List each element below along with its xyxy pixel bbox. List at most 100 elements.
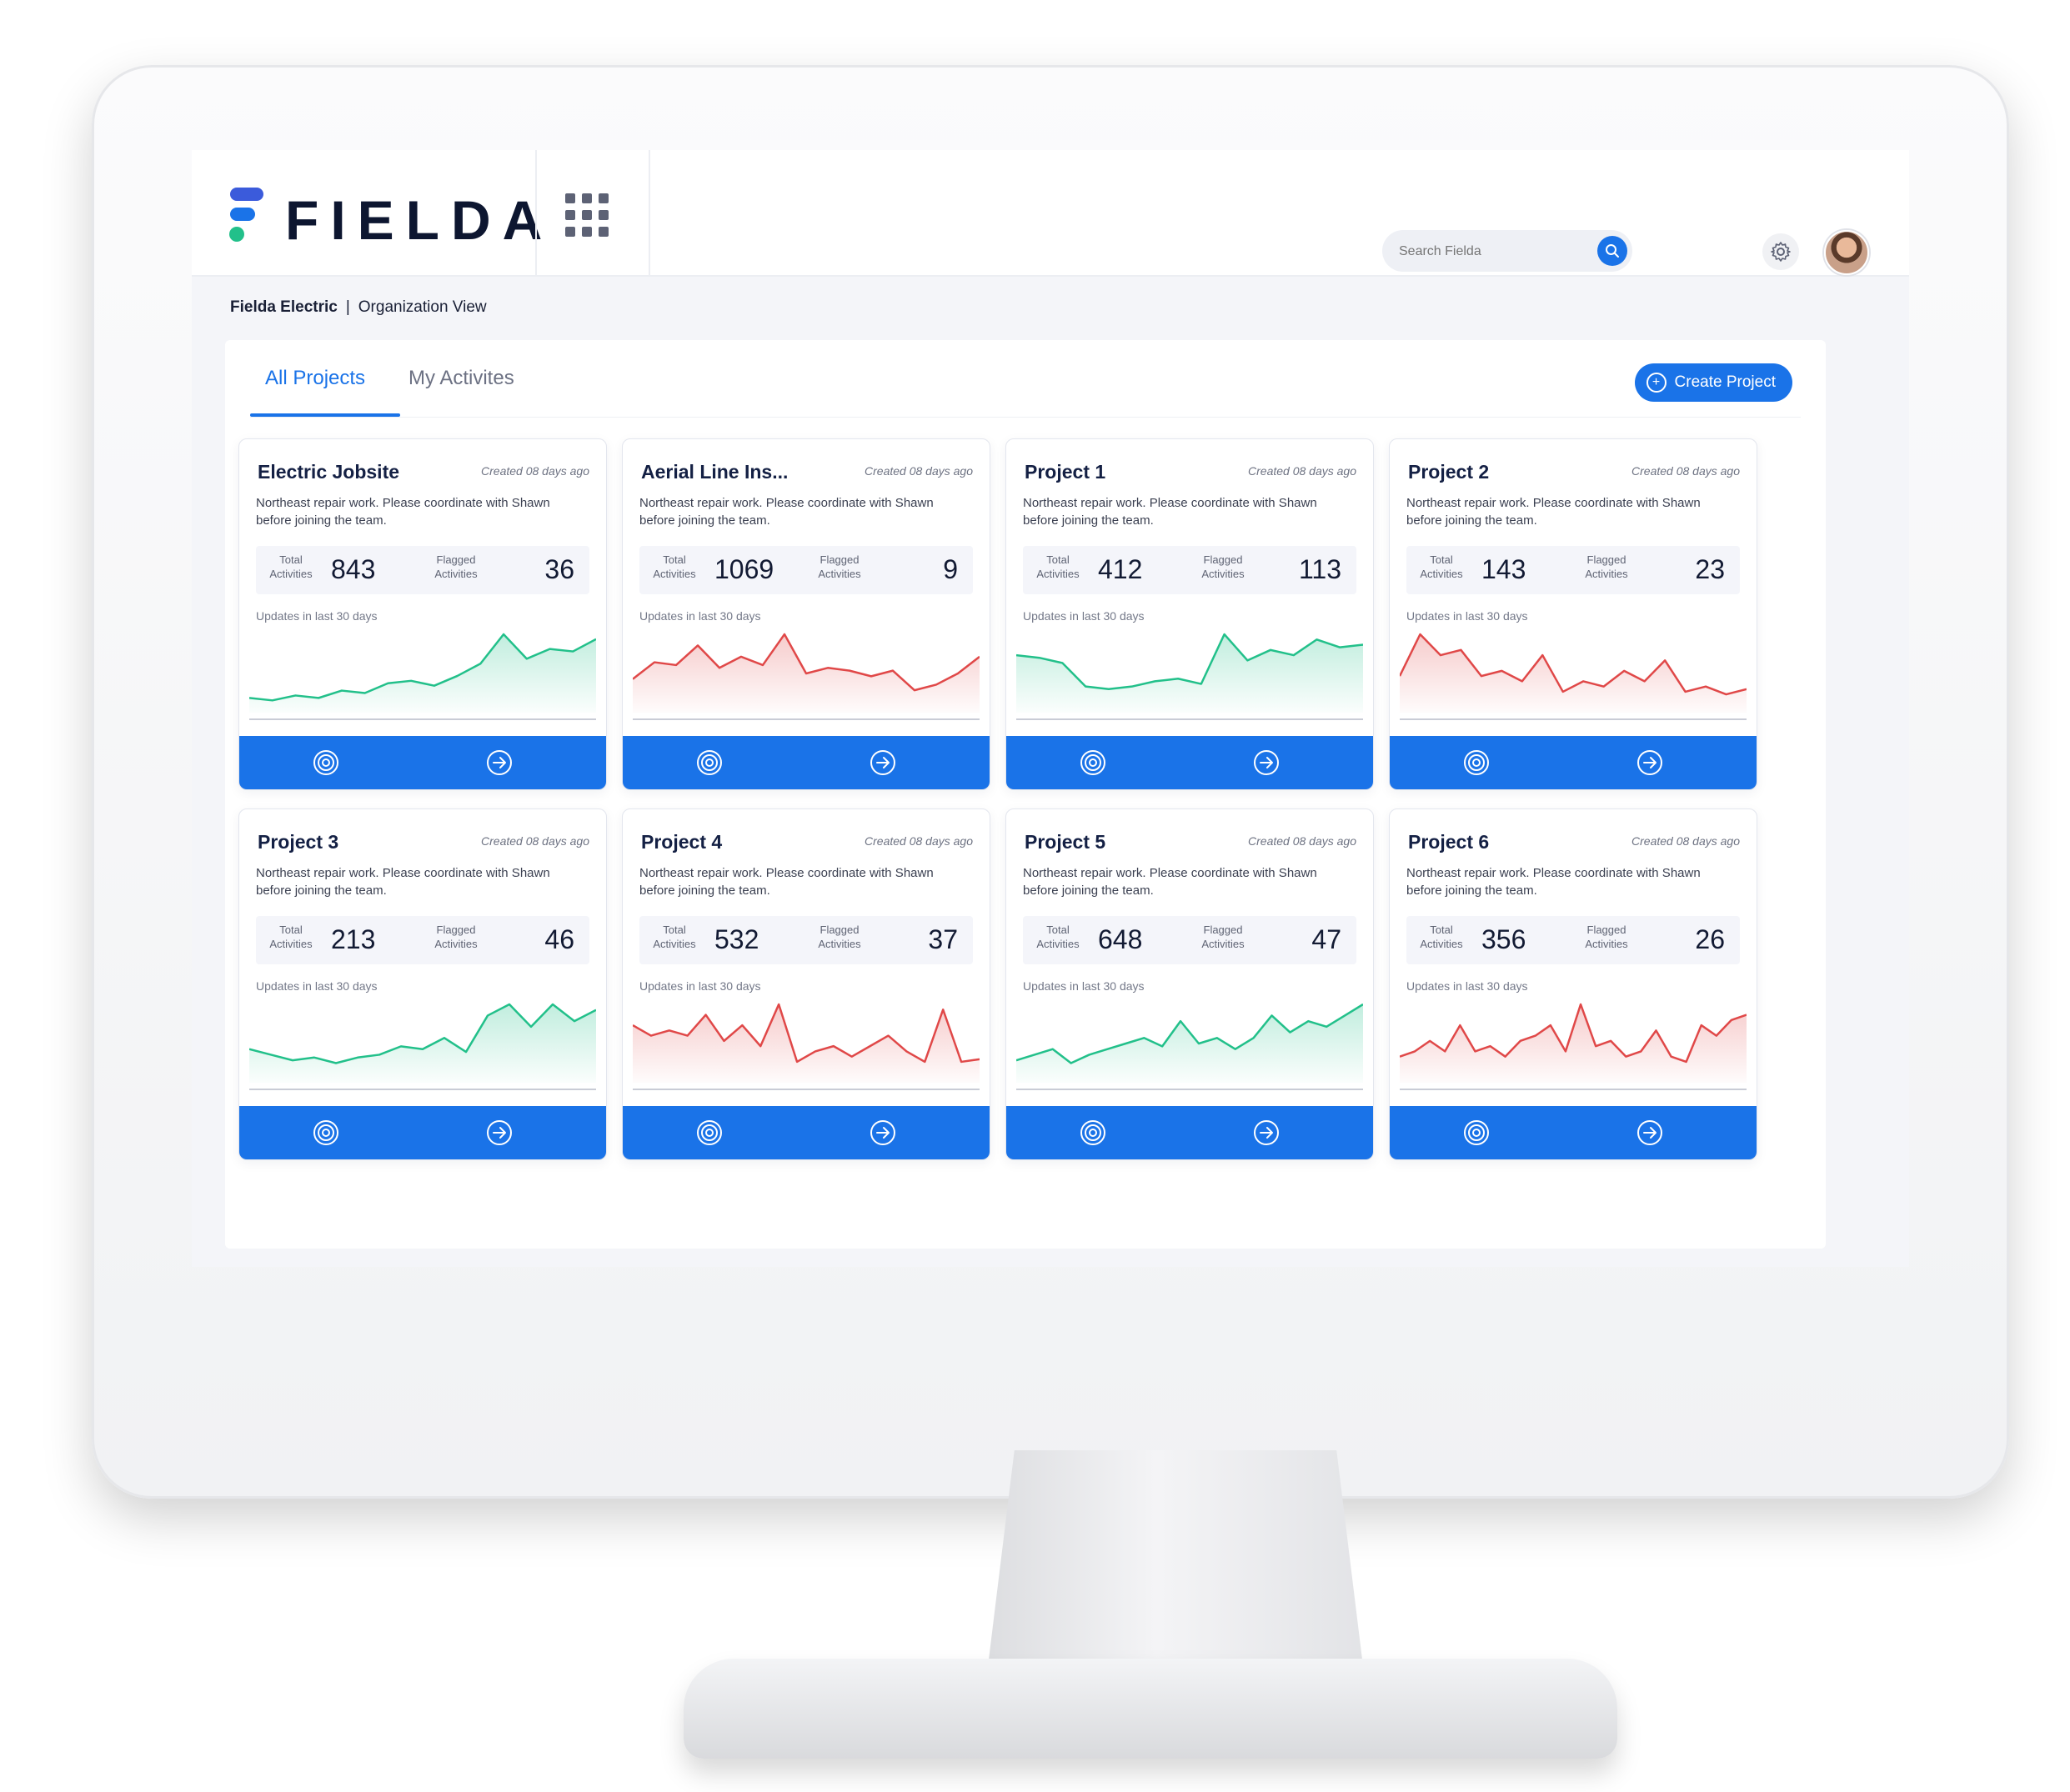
top-bar: FIELDA <box>192 150 1909 277</box>
target-icon[interactable] <box>311 748 341 778</box>
updates-label: Updates in last 30 days <box>1406 979 1528 993</box>
total-activities-value: 213 <box>331 924 376 954</box>
breadcrumb-org[interactable]: Fielda Electric <box>230 298 338 316</box>
arrow-right-circle-icon[interactable] <box>1635 748 1665 778</box>
project-card[interactable]: Project 3 Created 08 days ago Northeast … <box>238 808 607 1160</box>
stats-row: Total Activities 143 Flagged Activities … <box>1406 546 1740 594</box>
project-title[interactable]: Project 6 <box>1408 831 1489 853</box>
stats-row: Total Activities 213 Flagged Activities … <box>256 916 589 964</box>
project-title[interactable]: Project 1 <box>1025 461 1105 483</box>
create-project-label: Create Project <box>1674 373 1776 391</box>
project-description: Northeast repair work. Please coordinate… <box>256 496 550 528</box>
flagged-activities-label: Flagged Activities <box>1585 553 1628 580</box>
project-card[interactable]: Electric Jobsite Created 08 days ago Nor… <box>238 438 607 790</box>
avatar[interactable] <box>1824 230 1869 275</box>
project-card[interactable]: Project 4 Created 08 days ago Northeast … <box>622 808 990 1160</box>
search-input[interactable] <box>1397 230 1584 273</box>
total-activities-value: 648 <box>1098 924 1143 954</box>
sparkline-area <box>1016 1004 1363 1083</box>
flagged-activities-value: 113 <box>1298 554 1341 584</box>
target-icon[interactable] <box>311 1118 341 1148</box>
search-icon <box>1606 244 1619 258</box>
arrow-right-circle-icon[interactable] <box>868 1118 898 1148</box>
updates-label: Updates in last 30 days <box>1023 979 1145 993</box>
stats-row: Total Activities 648 Flagged Activities … <box>1023 916 1356 964</box>
sparkline-area <box>249 1004 596 1083</box>
sparkline-chart <box>633 633 980 720</box>
updates-label: Updates in last 30 days <box>256 979 378 993</box>
sparkline-chart <box>249 1003 596 1090</box>
monitor-base <box>684 1659 1617 1759</box>
breadcrumb-view: Organization View <box>358 298 487 316</box>
card-footer <box>239 1106 606 1159</box>
total-activities-label: Total Activities <box>1420 553 1463 580</box>
project-card[interactable]: Aerial Line Ins... Created 08 days ago N… <box>622 438 990 790</box>
create-project-button[interactable]: + Create Project <box>1634 363 1792 402</box>
created-date: Created 08 days ago <box>865 464 973 478</box>
project-card[interactable]: Project 5 Created 08 days ago Northeast … <box>1005 808 1374 1160</box>
project-description: Northeast repair work. Please coordinate… <box>1406 496 1701 528</box>
target-icon[interactable] <box>1461 1118 1491 1148</box>
card-footer <box>623 1106 990 1159</box>
stats-row: Total Activities 1069 Flagged Activities… <box>639 546 973 594</box>
project-title[interactable]: Aerial Line Ins... <box>641 461 788 483</box>
project-title[interactable]: Project 3 <box>258 831 338 853</box>
app-screen: FIELDA Fielda Electric | Organization View <box>192 150 1909 1267</box>
flagged-activities-label: Flagged Activities <box>1201 924 1245 950</box>
arrow-right-circle-icon[interactable] <box>1635 1118 1665 1148</box>
tab-my-activities[interactable]: My Activites <box>408 367 514 417</box>
search-button[interactable] <box>1597 236 1627 266</box>
arrow-right-circle-icon[interactable] <box>484 1118 514 1148</box>
total-activities-label: Total Activities <box>269 924 313 950</box>
flagged-activities-value: 9 <box>943 554 958 584</box>
project-description: Northeast repair work. Please coordinate… <box>256 866 550 898</box>
arrow-right-circle-icon[interactable] <box>1251 748 1281 778</box>
stats-row: Total Activities 412 Flagged Activities … <box>1023 546 1356 594</box>
project-card[interactable]: Project 2 Created 08 days ago Northeast … <box>1389 438 1757 790</box>
brand-name: FIELDA <box>285 189 554 251</box>
sparkline-chart <box>1016 1003 1363 1090</box>
arrow-right-circle-icon[interactable] <box>868 748 898 778</box>
target-icon[interactable] <box>694 1118 724 1148</box>
card-footer <box>1390 1106 1757 1159</box>
card-footer <box>239 736 606 789</box>
created-date: Created 08 days ago <box>865 834 973 848</box>
total-activities-value: 1069 <box>714 554 774 584</box>
project-card[interactable]: Project 6 Created 08 days ago Northeast … <box>1389 808 1757 1160</box>
grid-icon[interactable] <box>565 193 609 237</box>
total-activities-value: 412 <box>1098 554 1143 584</box>
flagged-activities-label: Flagged Activities <box>818 924 861 950</box>
stats-row: Total Activities 356 Flagged Activities … <box>1406 916 1740 964</box>
card-footer <box>623 736 990 789</box>
total-activities-label: Total Activities <box>1036 924 1080 950</box>
total-activities-value: 532 <box>714 924 759 954</box>
tab-all-projects[interactable]: All Projects <box>265 367 365 417</box>
project-description: Northeast repair work. Please coordinate… <box>1023 496 1317 528</box>
flagged-activities-label: Flagged Activities <box>1585 924 1628 950</box>
settings-button[interactable] <box>1762 233 1799 270</box>
project-description: Northeast repair work. Please coordinate… <box>1023 866 1317 898</box>
breadcrumb: Fielda Electric | Organization View <box>230 298 487 317</box>
flagged-activities-value: 23 <box>1695 554 1725 584</box>
flagged-activities-value: 47 <box>1311 924 1341 954</box>
flagged-activities-label: Flagged Activities <box>1201 553 1245 580</box>
breadcrumb-separator: | <box>345 298 350 316</box>
target-icon[interactable] <box>1461 748 1491 778</box>
arrow-right-circle-icon[interactable] <box>1251 1118 1281 1148</box>
target-icon[interactable] <box>694 748 724 778</box>
project-title[interactable]: Project 2 <box>1408 461 1489 483</box>
target-icon[interactable] <box>1078 1118 1108 1148</box>
arrow-right-circle-icon[interactable] <box>484 748 514 778</box>
project-title[interactable]: Project 5 <box>1025 831 1105 853</box>
updates-label: Updates in last 30 days <box>639 979 761 993</box>
project-description: Northeast repair work. Please coordinate… <box>639 496 934 528</box>
project-card[interactable]: Project 1 Created 08 days ago Northeast … <box>1005 438 1374 790</box>
total-activities-label: Total Activities <box>653 553 696 580</box>
flagged-activities-value: 26 <box>1695 924 1725 954</box>
project-title[interactable]: Project 4 <box>641 831 722 853</box>
stats-row: Total Activities 843 Flagged Activities … <box>256 546 589 594</box>
project-title[interactable]: Electric Jobsite <box>258 461 399 483</box>
target-icon[interactable] <box>1078 748 1108 778</box>
divider <box>535 150 537 275</box>
sparkline-area <box>1400 634 1747 713</box>
